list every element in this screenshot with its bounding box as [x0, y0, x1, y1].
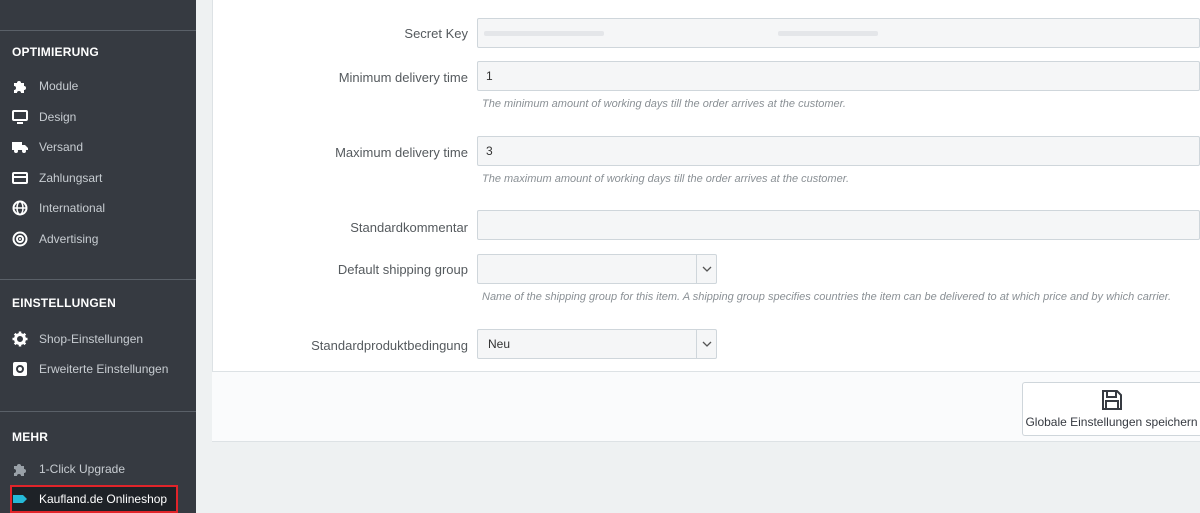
- credit-card-icon: [12, 170, 28, 186]
- shipping-group-select[interactable]: [477, 254, 717, 284]
- tag-icon: [12, 491, 28, 507]
- redacted-value: [778, 31, 878, 36]
- sidebar-divider: [0, 279, 196, 280]
- sidebar: OPTIMIERUNG Module Design Versand Zahlun…: [0, 0, 196, 513]
- standard-comment-label: Standardkommentar: [350, 220, 468, 235]
- sidebar-item-advertising[interactable]: Advertising: [0, 226, 196, 252]
- sidebar-item-erweiterte-einstellungen[interactable]: Erweiterte Einstellungen: [0, 356, 196, 382]
- secret-key-label: Secret Key: [404, 26, 468, 41]
- min-delivery-label: Minimum delivery time: [338, 70, 468, 85]
- globe-icon: [12, 200, 28, 216]
- target-icon: [12, 231, 28, 247]
- sidebar-item-label: Design: [39, 110, 77, 124]
- gear-icon: [12, 331, 28, 347]
- sidebar-item-label: Advertising: [39, 232, 99, 246]
- sidebar-item-label: International: [39, 201, 106, 215]
- sidebar-section-optimierung: OPTIMIERUNG: [12, 45, 99, 59]
- shipping-group-help: Name of the shipping group for this item…: [482, 291, 1172, 303]
- min-delivery-help: The minimum amount of working days till …: [482, 98, 846, 110]
- sidebar-section-mehr: MEHR: [12, 430, 49, 444]
- chevron-down-icon: [696, 255, 716, 283]
- sidebar-item-label: Zahlungsart: [39, 171, 103, 185]
- sidebar-item-label: Versand: [39, 140, 84, 154]
- chevron-down-icon: [696, 330, 716, 358]
- min-delivery-input[interactable]: 1: [477, 61, 1200, 91]
- puzzle-icon: [12, 78, 28, 94]
- secret-key-input[interactable]: [477, 18, 1200, 48]
- sidebar-item-module[interactable]: Module: [0, 73, 196, 99]
- max-delivery-label: Maximum delivery time: [335, 145, 468, 160]
- sidebar-item-label: Kaufland.de Onlineshop: [39, 492, 168, 506]
- product-condition-value: Neu: [488, 337, 511, 351]
- sidebar-item-label: 1-Click Upgrade: [39, 462, 126, 476]
- monitor-icon: [12, 109, 28, 125]
- save-button-label: Globale Einstellungen speichern: [1025, 415, 1198, 429]
- save-global-settings-button[interactable]: Globale Einstellungen speichern: [1022, 382, 1200, 436]
- sidebar-item-label: Shop-Einstellungen: [39, 332, 144, 346]
- truck-icon: [12, 139, 28, 155]
- sidebar-item-shop-einstellungen[interactable]: Shop-Einstellungen: [0, 326, 196, 352]
- max-delivery-help: The maximum amount of working days till …: [482, 173, 850, 185]
- save-icon: [1101, 390, 1122, 410]
- sidebar-item-international[interactable]: International: [0, 195, 196, 221]
- sidebar-item-versand[interactable]: Versand: [0, 134, 196, 160]
- sidebar-item-kaufland-onlineshop[interactable]: Kaufland.de Onlineshop: [10, 485, 178, 513]
- sidebar-item-zahlungsart[interactable]: Zahlungsart: [0, 165, 196, 191]
- puzzle-icon: [12, 461, 28, 477]
- max-delivery-input[interactable]: 3: [477, 136, 1200, 166]
- sidebar-item-1-click-upgrade[interactable]: 1-Click Upgrade: [0, 456, 196, 482]
- shipping-group-label: Default shipping group: [337, 262, 468, 277]
- settings-box-icon: [12, 361, 28, 377]
- redacted-value: [484, 31, 604, 36]
- sidebar-item-design[interactable]: Design: [0, 104, 196, 130]
- sidebar-item-label: Module: [39, 79, 79, 93]
- sidebar-divider: [0, 30, 196, 31]
- product-condition-select[interactable]: Neu: [477, 329, 717, 359]
- sidebar-divider: [0, 411, 196, 412]
- product-condition-label: Standardproduktbedingung: [311, 338, 468, 353]
- standard-comment-input[interactable]: [477, 210, 1200, 240]
- sidebar-item-label: Erweiterte Einstellungen: [39, 362, 169, 376]
- sidebar-section-einstellungen: EINSTELLUNGEN: [12, 296, 116, 310]
